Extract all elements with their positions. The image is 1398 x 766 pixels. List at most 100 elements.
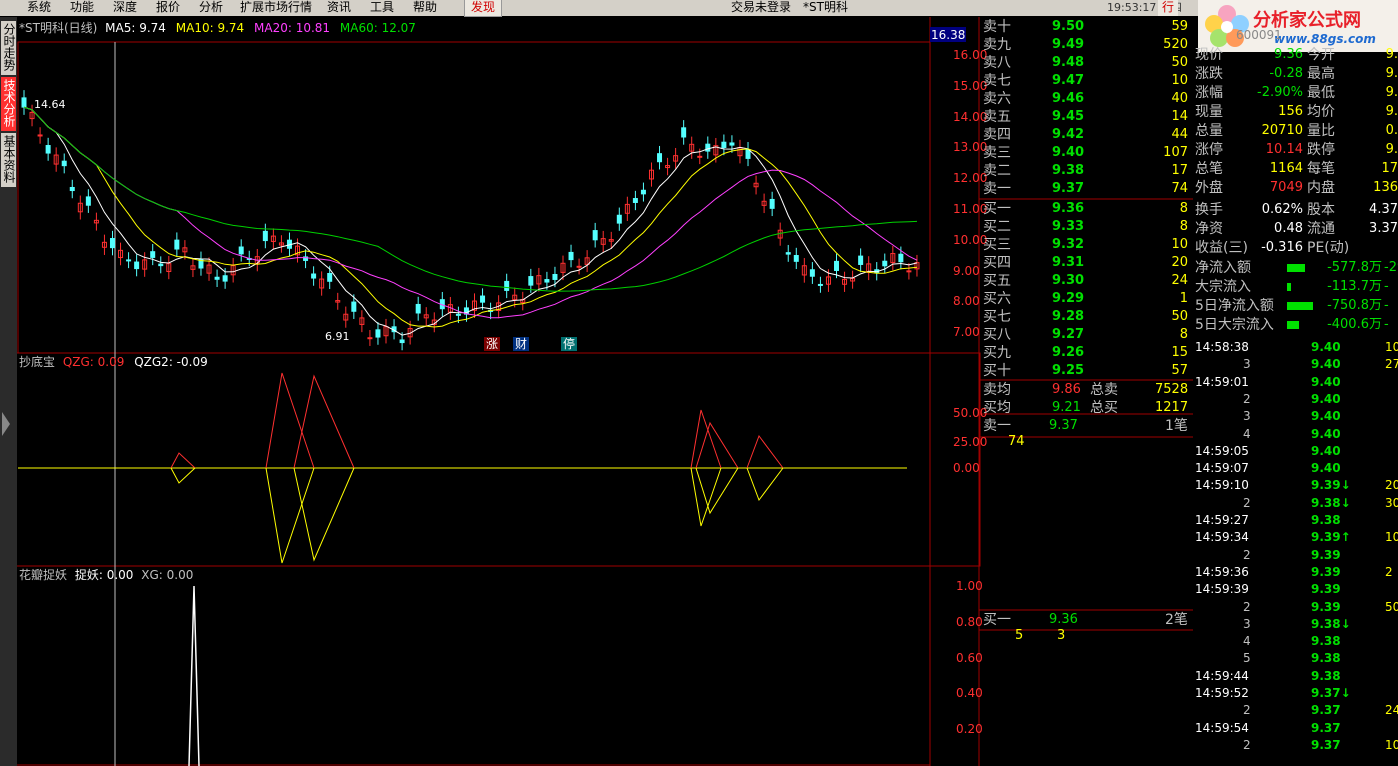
bid-label: 买二 [983,219,1011,235]
ask-price: 9.50 [1052,19,1085,34]
menu-item-analysis[interactable]: 分析 [199,0,223,16]
ask-price: 9.47 [1052,73,1085,88]
bid-label: 买八 [983,327,1011,343]
quote-label: 现量 [1195,104,1223,120]
menu-item-extended-market[interactable]: 扩展市场行情 [240,0,312,16]
tick-time: 3 [1243,616,1251,631]
finance-marker[interactable]: 财 [513,337,530,351]
bid-label: 买六 [983,291,1011,307]
tick-volume: 20 [1385,478,1398,493]
quote-value-2: 17 [1381,161,1398,176]
quote-label-2: 均价 [1307,104,1335,120]
total-sell-label: 总卖 [1090,382,1118,398]
ask-price: 9.40 [1052,145,1085,160]
quote-value: 7049 [1269,180,1303,195]
bid-price: 9.29 [1052,291,1085,306]
menu-item-system[interactable]: 系统 [27,0,51,16]
bid-label: 买九 [983,345,1011,361]
ask-label: 卖四 [983,127,1011,143]
ask-volume: 50 [1171,55,1188,70]
menu-item-function[interactable]: 功能 [70,0,94,16]
quote-value-2: 136 [1373,180,1398,195]
ask-volume: 107 [1163,145,1188,160]
sell1-queue-price: 9.37 [1049,418,1078,433]
indicator1-header: 抄底宝 QZG: 0.09 QZG2: -0.09 [19,353,208,371]
bid-price: 9.26 [1052,345,1085,360]
menu-item-help[interactable]: 帮助 [413,0,437,16]
tick-price: 9.39↓ [1311,478,1351,493]
ask-label: 卖一 [983,181,1011,197]
tick-price: 9.40 [1311,340,1341,354]
tick-volume: 10 [1385,340,1398,354]
quote-label: 净资 [1195,221,1223,237]
bid-label: 买一 [983,201,1011,217]
tab-quote-mode[interactable]: 行 [1158,0,1179,16]
bid-price: 9.36 [1052,201,1085,216]
zy-value: 捉妖: 0.00 [74,568,134,582]
quote-label-2: 内盘 [1307,180,1335,196]
quote-label-2: 跌停 [1307,142,1335,158]
collapse-arrow-icon[interactable] [2,412,10,436]
current-price-tag: 16.38 [931,28,966,42]
quote-label-2: 股本 [1307,202,1335,218]
bid-volume: 8 [1179,219,1188,234]
tab-technical[interactable]: 技术分析 [1,77,16,131]
ask-label: 卖三 [983,145,1011,161]
quote-value-2: 9. [1385,47,1398,62]
petal-monster-indicator [188,585,200,766]
tick-price: 9.39 [1311,599,1341,614]
tab-intraday[interactable]: 分时走势 [1,21,16,75]
tick-volume: 50 [1385,599,1398,614]
tick-time: 3 [1243,357,1251,372]
ind1-tick-25: 25.00 [953,435,988,449]
kline-chart-area[interactable] [17,17,1193,766]
tick-volume: 2 [1385,564,1393,579]
logo-url[interactable]: www.88gs.com [1274,32,1376,46]
bid-price: 9.33 [1052,219,1085,234]
ask-volume: 40 [1171,91,1188,106]
flow-bar [1287,264,1305,272]
menu-item-depth[interactable]: 深度 [113,0,137,16]
ind2-tick-1: 1.00 [956,579,983,593]
stock-name-title: *ST明科 [803,0,848,14]
tick-price: 9.37 [1311,737,1341,752]
bid-label: 买十 [983,363,1011,379]
side-tab-strip: 分时走势 技术分析 基本资料 [0,17,17,766]
quote-value-2: 9. [1385,104,1398,119]
login-status[interactable]: 交易未登录 [731,0,791,16]
flow-label: 大宗流入 [1195,279,1251,295]
ask-volume: 14 [1171,109,1188,124]
tick-price: 9.38 [1311,513,1341,527]
avg-buy-label: 买均 [983,400,1011,416]
ask-volume: 74 [1171,181,1188,196]
menu-item-quote[interactable]: 报价 [156,0,180,16]
tick-price: 9.38 [1311,651,1341,666]
menu-item-tools[interactable]: 工具 [370,0,394,16]
ask-label: 卖十 [983,19,1011,35]
tick-price: 9.39 [1311,547,1341,562]
ask-price: 9.37 [1052,181,1085,196]
flow-value: -577.8万 [1327,260,1382,275]
tick-price: 9.37↓ [1311,686,1351,700]
ind2-tick-04: 0.40 [956,686,983,700]
ask-price: 9.48 [1052,55,1085,70]
tick-price: 9.40 [1311,391,1341,406]
tick-time: 3 [1243,409,1251,424]
quote-value: -0.28 [1269,66,1303,81]
quote-value-2: 9. [1385,66,1398,81]
flow-label: 5日净流入额 [1195,298,1274,314]
high-price-label: 14.64 [34,98,66,111]
bid-label: 买五 [983,273,1011,289]
ask-label: 卖九 [983,37,1011,53]
find-button[interactable]: 发现 [464,0,503,17]
tick-time: 14:59:44 [1195,668,1249,683]
bid-volume: 10 [1171,237,1188,252]
suspension-marker[interactable]: 停 [561,337,578,351]
menu-item-info[interactable]: 资讯 [327,0,351,16]
tick-time: 14:59:39 [1195,582,1249,597]
tab-intraday-label: 分时走势 [2,23,16,71]
tab-fundamentals[interactable]: 基本资料 [1,133,16,187]
quote-value: -2.90% [1257,85,1303,100]
quote-value: 0.48 [1274,221,1303,236]
limit-up-marker[interactable]: 涨 [484,337,501,351]
